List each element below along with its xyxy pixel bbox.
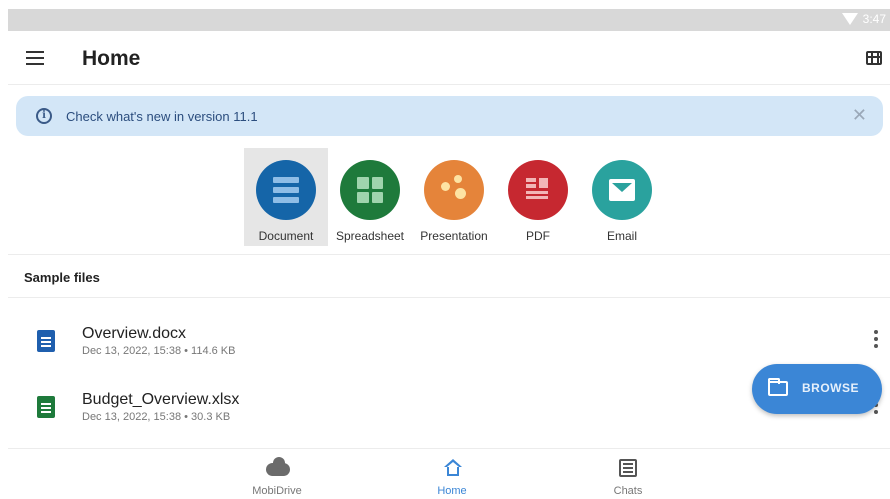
create-label: Document: [258, 229, 314, 243]
nav-chats[interactable]: Chats: [578, 459, 678, 499]
browse-button[interactable]: BROWSE: [752, 364, 882, 414]
create-pdf-button[interactable]: PDF: [496, 148, 580, 246]
close-icon[interactable]: ✕: [852, 105, 867, 125]
sample-files-heading: Sample files: [24, 270, 100, 285]
spreadsheet-icon: [340, 160, 400, 220]
create-label: Spreadsheet: [335, 229, 405, 243]
whats-new-banner[interactable]: i Check what's new in version 11.1 ✕: [16, 96, 883, 136]
create-label: PDF: [526, 229, 550, 243]
more-options-icon[interactable]: [874, 330, 878, 348]
file-meta: Dec 13, 2022, 15:38 • 114.6 KB: [82, 345, 236, 357]
file-name: Budget_Overview.xlsx: [82, 391, 240, 408]
home-icon: [444, 459, 462, 477]
bottom-nav: MobiDrive Home Chats: [8, 448, 890, 499]
document-icon: [256, 160, 316, 220]
presentation-icon: [424, 160, 484, 220]
create-document-button[interactable]: Document: [244, 148, 328, 246]
email-icon: [592, 160, 652, 220]
create-label: Presentation: [420, 229, 488, 243]
info-icon: i: [36, 108, 52, 124]
nav-label: Home: [437, 485, 467, 497]
create-presentation-button[interactable]: Presentation: [412, 148, 496, 246]
docx-file-icon: [37, 330, 55, 352]
status-bar: 3:47: [8, 9, 890, 31]
banner-text[interactable]: Check what's new in version 11.1: [66, 109, 258, 124]
nav-home[interactable]: Home: [402, 459, 502, 499]
cloud-icon: [266, 457, 290, 476]
file-meta: Dec 13, 2022, 15:38 • 30.3 KB: [82, 411, 231, 423]
chats-icon: [619, 459, 637, 477]
file-row[interactable]: Overview.docx Dec 13, 2022, 15:38 • 114.…: [8, 318, 890, 378]
divider: [8, 254, 890, 255]
menu-icon[interactable]: [26, 51, 44, 65]
browse-label: BROWSE: [802, 381, 859, 395]
create-spreadsheet-button[interactable]: Spreadsheet: [328, 148, 412, 246]
app-bar: Home: [8, 31, 890, 85]
folder-icon: [768, 378, 788, 396]
create-email-button[interactable]: Email: [580, 148, 664, 246]
create-label: Email: [606, 229, 637, 243]
file-name: Overview.docx: [82, 325, 187, 342]
nav-label: Chats: [613, 485, 643, 497]
nav-label: MobiDrive: [252, 485, 302, 497]
xlsx-file-icon: [37, 396, 55, 418]
status-time: 3:47: [862, 12, 886, 26]
divider: [8, 297, 890, 298]
wifi-icon: [841, 13, 858, 25]
nav-mobidrive[interactable]: MobiDrive: [227, 457, 327, 499]
page-title: Home: [82, 47, 141, 70]
grid-view-icon[interactable]: [866, 51, 882, 65]
pdf-icon: [508, 160, 568, 220]
